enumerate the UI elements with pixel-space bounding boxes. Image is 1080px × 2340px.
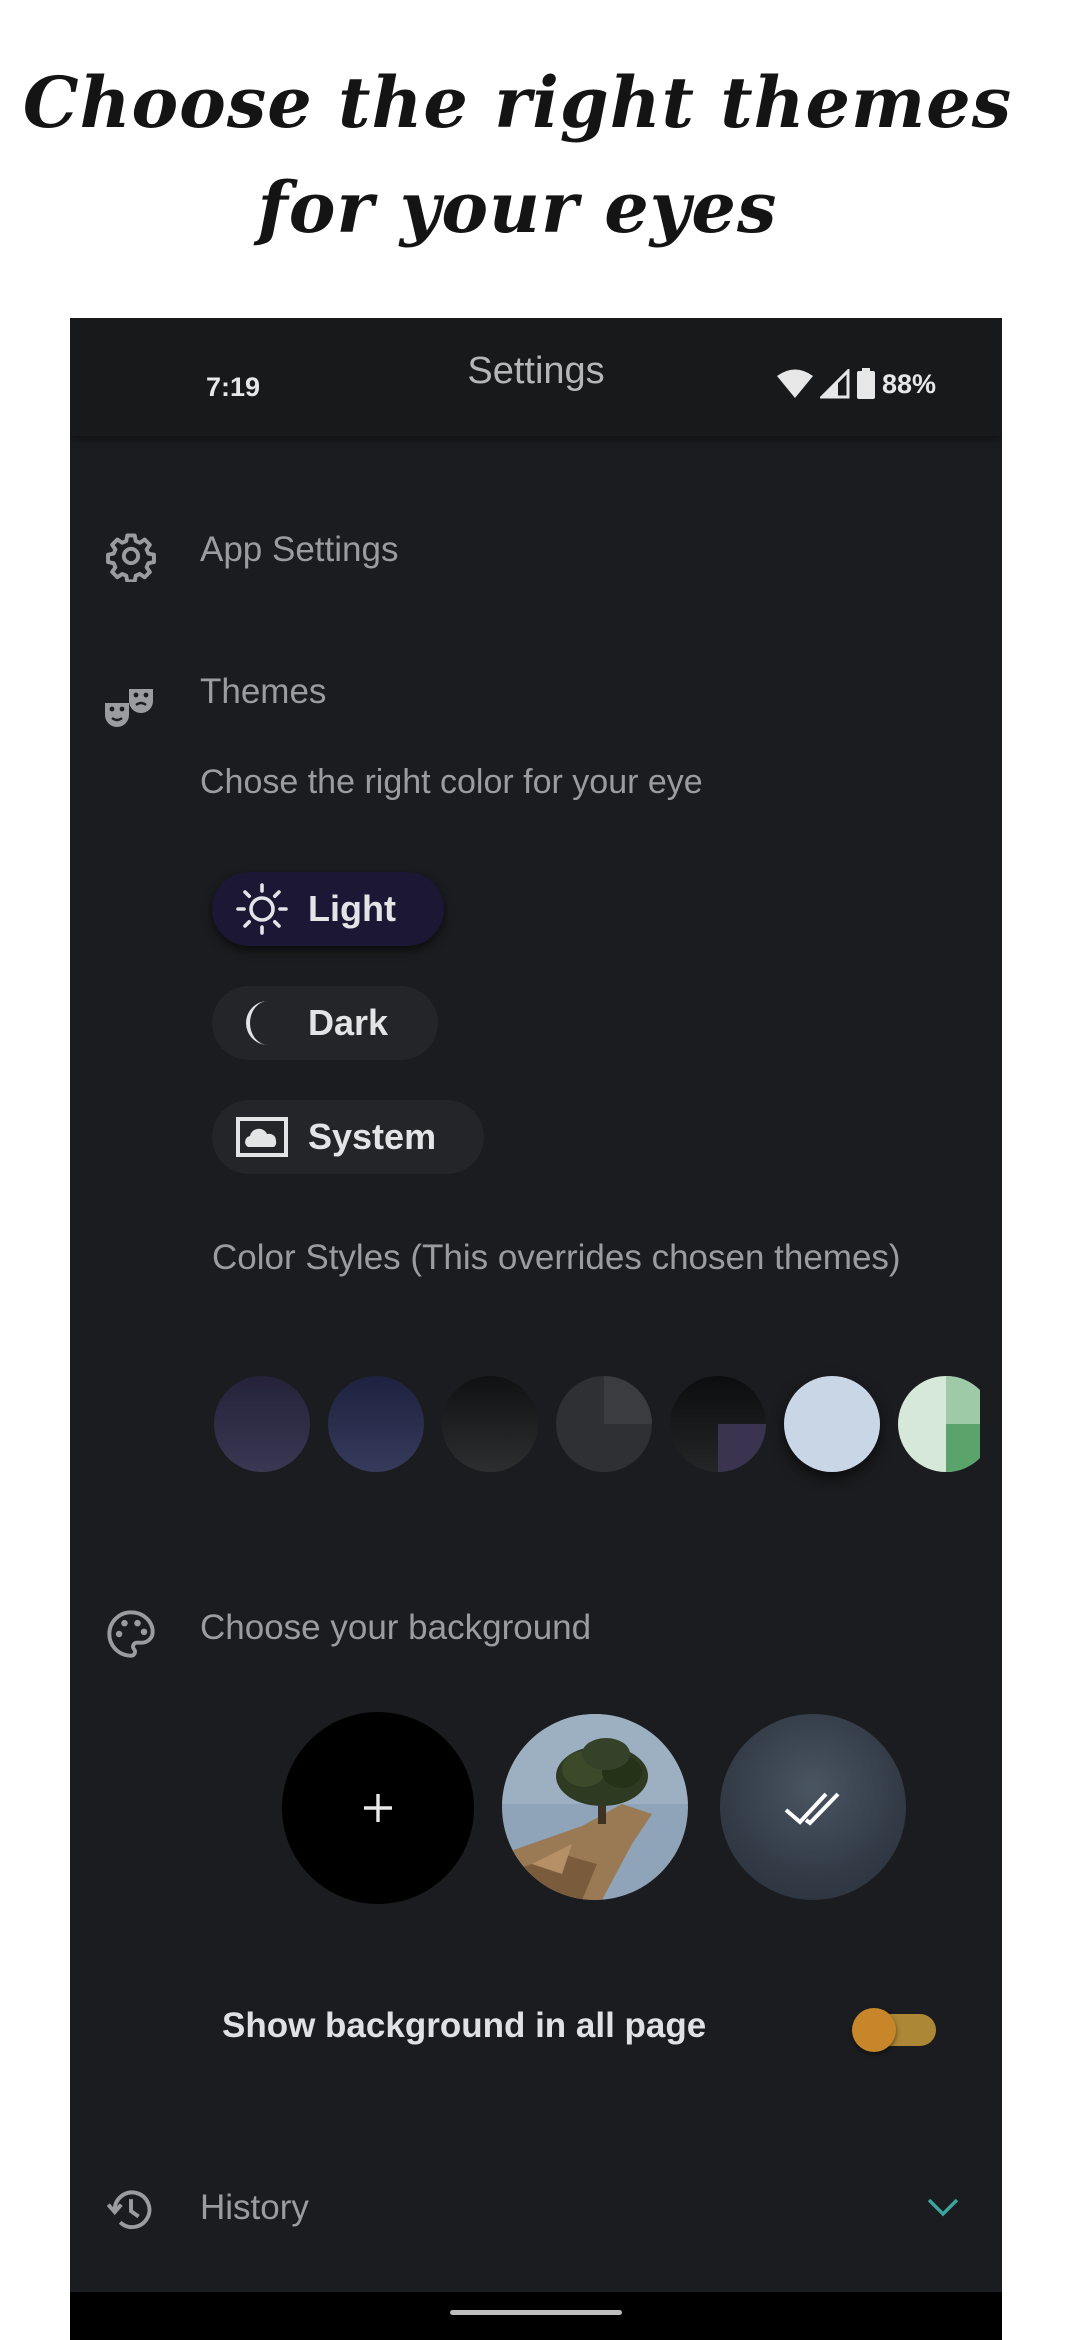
background-option-tree[interactable] <box>502 1714 688 1900</box>
color-swatch-1[interactable] <box>214 1376 310 1472</box>
gear-icon <box>106 533 156 582</box>
theme-option-dark[interactable]: Dark <box>212 986 438 1060</box>
battery-percent: 88% <box>881 368 936 399</box>
theme-option-light-label: Light <box>308 888 396 929</box>
toggle-thumb <box>852 2008 896 2052</box>
home-gesture-handle[interactable] <box>450 2310 622 2315</box>
promo-line-1: Choose the right themes <box>22 61 1013 144</box>
moon-icon <box>246 1001 268 1045</box>
status-icons: 88% <box>776 368 936 400</box>
palette-icon <box>107 1610 155 1658</box>
add-background-button[interactable] <box>282 1712 474 1904</box>
history-icon <box>106 2190 152 2230</box>
theme-option-dark-label: Dark <box>308 1002 389 1043</box>
theme-option-system[interactable]: System <box>212 1100 484 1174</box>
background-label: Choose your background <box>200 1608 592 1647</box>
color-swatch-4[interactable] <box>556 1376 652 1472</box>
tree-photo <box>502 1714 688 1900</box>
themes-subtitle: Chose the right color for your eye <box>200 763 703 801</box>
color-swatch-2[interactable] <box>328 1376 424 1472</box>
wifi-icon <box>776 369 813 398</box>
phone-screen: 7:19 Settings 88% App Settings Themes Ch… <box>70 318 1002 2340</box>
themes-label: Themes <box>200 672 327 711</box>
theme-option-light[interactable]: Light <box>212 872 444 946</box>
app-settings-label: App Settings <box>200 530 399 569</box>
system-nav-bar <box>70 2292 1002 2340</box>
background-option-clouds[interactable] <box>720 1714 906 1900</box>
show-background-toggle[interactable] <box>852 2008 936 2052</box>
signal-icon <box>819 369 850 399</box>
color-swatch-6[interactable] <box>784 1376 880 1472</box>
double-check-icon <box>784 1792 840 1826</box>
color-swatch-3[interactable] <box>442 1376 538 1472</box>
history-label: History <box>200 2188 309 2227</box>
sun-icon <box>236 883 288 935</box>
color-swatch-5[interactable] <box>670 1376 766 1472</box>
color-styles-label: Color Styles (This overrides chosen them… <box>212 1238 901 1277</box>
promo-line-2: for your eyes <box>257 166 778 249</box>
plus-icon <box>364 1794 392 1822</box>
promo-headline: Choose the right themes for your eyes <box>0 50 1035 260</box>
chevron-down-icon[interactable] <box>926 2196 960 2218</box>
app-bar: 7:19 Settings 88% <box>70 318 1002 436</box>
theme-option-system-label: System <box>308 1116 437 1157</box>
picture-icon <box>236 1117 288 1157</box>
theater-masks-icon <box>105 689 153 727</box>
color-swatch-7-clip <box>898 1368 980 1480</box>
show-background-label: Show background in all page <box>222 2006 707 2045</box>
color-swatch-7[interactable] <box>898 1376 980 1472</box>
battery-icon <box>856 368 875 399</box>
